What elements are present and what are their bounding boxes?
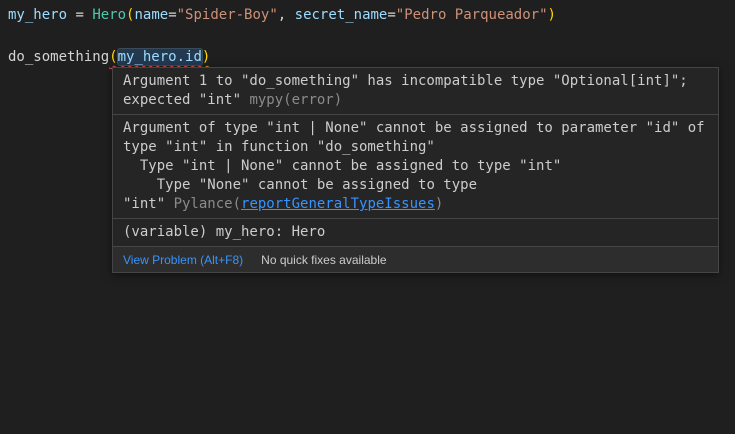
pylance-message-line-5-text: "int" — [123, 196, 174, 212]
token-close-paren: ) — [202, 49, 210, 65]
pylance-message-line-4: Type "None" cannot be assigned to type — [123, 176, 708, 195]
token-assign: = — [67, 7, 92, 23]
hover-section-pylance: Argument of type "int | None" cannot be … — [113, 115, 718, 219]
token-secret-name-param: secret_name — [295, 7, 388, 23]
code-line-3[interactable]: do_something(my_hero.id) — [8, 47, 735, 68]
code-line-2-blank[interactable] — [8, 26, 735, 47]
token-hero-class: Hero — [92, 7, 126, 23]
variable-info-text: (variable) my_hero: Hero — [123, 223, 708, 242]
view-problem-link[interactable]: View Problem (Alt+F8) — [123, 253, 243, 267]
pylance-source-label: Pylance( — [174, 196, 241, 212]
pylance-source-close: ) — [435, 196, 443, 212]
hover-tooltip: Argument 1 to "do_something" has incompa… — [112, 67, 719, 273]
token-string-pedro: "Pedro Parqueador" — [396, 7, 548, 23]
token-name-param: name — [134, 7, 168, 23]
pylance-message-line-5: "int" Pylance(reportGeneralTypeIssues) — [123, 195, 708, 214]
hover-statusbar: View Problem (Alt+F8) No quick fixes ava… — [113, 247, 718, 272]
code-editor: my_hero = Hero(name="Spider-Boy", secret… — [0, 0, 735, 434]
token-my-hero: my_hero — [8, 7, 67, 23]
code-area[interactable]: my_hero = Hero(name="Spider-Boy", secret… — [0, 0, 735, 68]
mypy-source-label: mypy(error) — [249, 92, 342, 108]
pylance-message-line-1: Argument of type "int | None" cannot be … — [123, 119, 708, 138]
token-do-something: do_something — [8, 49, 109, 65]
mypy-message-line-2-text: expected "int" — [123, 92, 249, 108]
token-equals: = — [387, 7, 395, 23]
token-equals: = — [168, 7, 176, 23]
hover-section-mypy: Argument 1 to "do_something" has incompa… — [113, 68, 718, 115]
token-comma: , — [278, 7, 295, 23]
code-line-1[interactable]: my_hero = Hero(name="Spider-Boy", secret… — [8, 5, 735, 26]
token-string-spider-boy: "Spider-Boy" — [177, 7, 278, 23]
token-open-paren: ( — [109, 49, 117, 65]
pylance-message-line-2: type "int" in function "do_something" — [123, 138, 708, 157]
mypy-message-line-1: Argument 1 to "do_something" has incompa… — [123, 72, 708, 91]
report-general-type-issues-link[interactable]: reportGeneralTypeIssues — [241, 196, 435, 212]
no-quick-fixes-label: No quick fixes available — [261, 253, 386, 267]
token-close-paren: ) — [548, 7, 556, 23]
hover-section-variable: (variable) my_hero: Hero — [113, 219, 718, 247]
mypy-message-line-2: expected "int" mypy(error) — [123, 91, 708, 110]
hovered-symbol-my-hero-id[interactable]: my_hero.id — [118, 49, 202, 65]
pylance-message-line-3: Type "int | None" cannot be assigned to … — [123, 157, 708, 176]
